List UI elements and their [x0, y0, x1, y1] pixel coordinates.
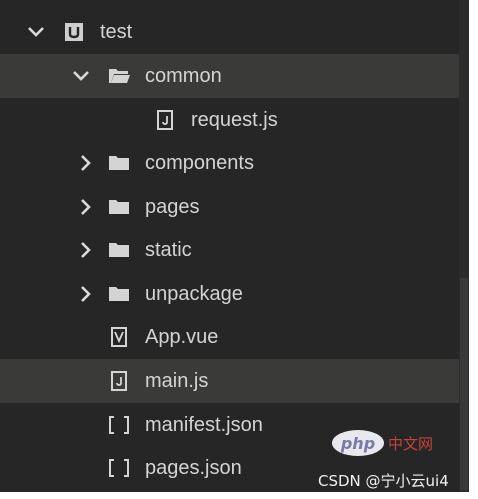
- chevron-down-icon[interactable]: [71, 66, 91, 86]
- php-logo: php: [332, 430, 384, 456]
- folder-icon: [108, 283, 130, 305]
- tree-item-components[interactable]: components: [0, 141, 459, 185]
- tree-item-main-js[interactable]: main.js: [0, 359, 459, 403]
- folder-open-icon: [108, 65, 130, 87]
- tree-item-label: unpackage: [145, 283, 243, 305]
- tree-item-test[interactable]: test: [0, 10, 459, 54]
- tree-item-label: components: [145, 152, 254, 174]
- csdn-author-label: CSDN @宁小云ui4: [318, 472, 449, 490]
- tree-item-common[interactable]: common: [0, 54, 459, 98]
- tree-item-app-vue[interactable]: App.vue: [0, 315, 459, 359]
- chevron-down-icon[interactable]: [26, 22, 46, 42]
- tree-item-request-js[interactable]: request.js: [0, 98, 459, 142]
- tree-item-label: main.js: [145, 370, 209, 392]
- js-file-icon: [108, 370, 130, 392]
- tree-item-label: request.js: [191, 109, 278, 131]
- json-file-icon: [108, 457, 130, 479]
- json-file-icon: [108, 414, 130, 436]
- file-explorer: test common request.js components pages …: [0, 0, 469, 492]
- tree-item-label: manifest.json: [145, 414, 263, 436]
- csdn-watermark: CSDN @宁小云ui4: [318, 470, 449, 491]
- tree-item-unpackage[interactable]: unpackage: [0, 272, 459, 316]
- tree-item-static[interactable]: static: [0, 228, 459, 272]
- folder-icon: [108, 239, 130, 261]
- tree-item-label: static: [145, 239, 192, 261]
- project-icon: [63, 21, 85, 43]
- vue-file-icon: [108, 326, 130, 348]
- tree-item-label: pages: [145, 196, 200, 218]
- chevron-right-icon[interactable]: [76, 153, 96, 173]
- scrollbar-thumb[interactable]: [460, 278, 468, 490]
- tree-item-label: pages.json: [145, 457, 242, 479]
- php-watermark: php 中文网: [332, 430, 433, 456]
- tree-item-label: test: [100, 21, 133, 43]
- tree-item-pages[interactable]: pages: [0, 185, 459, 229]
- tree-item-label: common: [145, 65, 222, 87]
- js-file-icon: [154, 109, 176, 131]
- folder-icon: [108, 196, 130, 218]
- php-site-label: 中文网: [388, 434, 434, 453]
- chevron-right-icon[interactable]: [76, 240, 96, 260]
- folder-icon: [108, 152, 130, 174]
- chevron-right-icon[interactable]: [76, 284, 96, 304]
- chevron-right-icon[interactable]: [76, 197, 96, 217]
- vertical-scrollbar[interactable]: [459, 0, 469, 492]
- tree-item-label: App.vue: [145, 326, 219, 348]
